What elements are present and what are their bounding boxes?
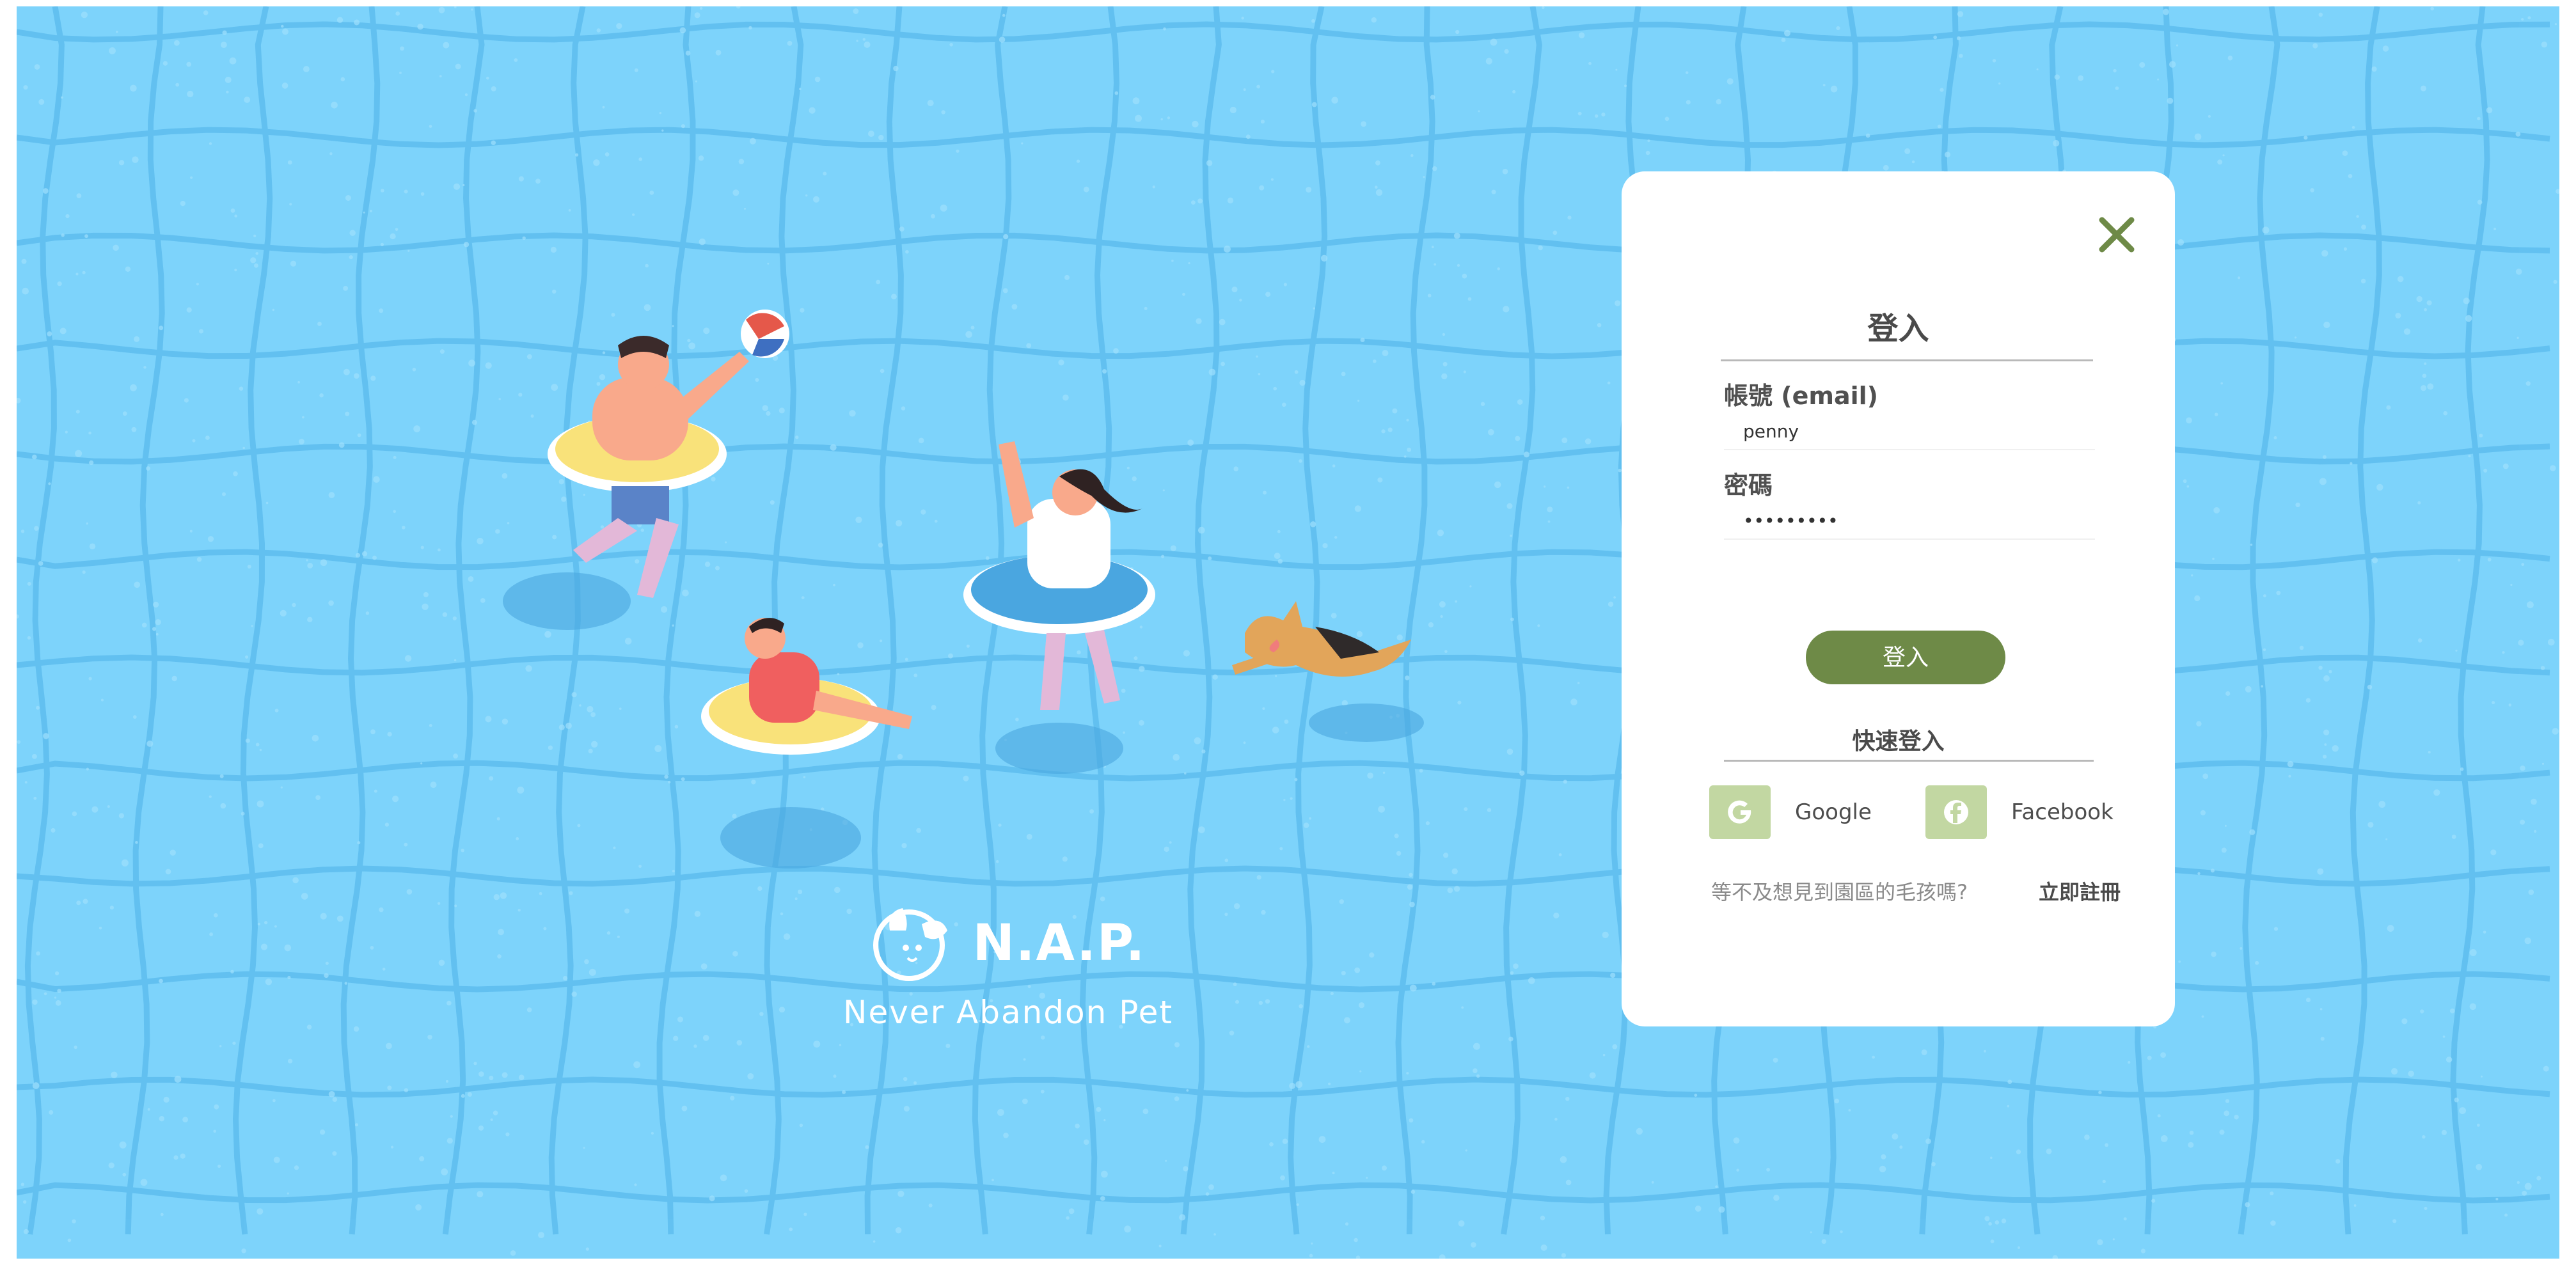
account-input[interactable] — [1724, 413, 2095, 450]
login-title: 登入 — [1867, 311, 1929, 347]
google-icon-box — [1709, 785, 1771, 839]
close-icon — [2099, 217, 2135, 253]
google-icon — [1728, 800, 1751, 824]
close-button[interactable] — [2097, 215, 2137, 255]
facebook-icon-box — [1925, 785, 1987, 839]
login-card: 登入 帳號 (email) 密碼 登入 快速登入 Google Fa — [1622, 171, 2175, 1026]
brand-tagline: Never Abandon Pet — [843, 994, 1173, 1031]
pool-illustration — [17, 6, 2559, 1259]
login-submit-button[interactable]: 登入 — [1806, 631, 2005, 684]
signup-prompt: 等不及想見到園區的毛孩嗎? — [1711, 880, 1968, 904]
signup-link[interactable]: 立即註冊 — [2039, 876, 2121, 906]
swimmer-in-float — [701, 618, 912, 868]
title-divider — [1721, 359, 2093, 361]
password-input[interactable] — [1724, 503, 2095, 540]
brand-block: N.A.P. Never Abandon Pet — [829, 902, 1187, 1031]
brand-name: N.A.P. — [972, 915, 1146, 972]
quick-login-title: 快速登入 — [1852, 728, 1945, 755]
swimmer-with-ball — [503, 310, 789, 630]
account-label: 帳號 (email) — [1724, 382, 1879, 410]
brand-row: N.A.P. — [829, 902, 1187, 985]
password-label: 密碼 — [1724, 471, 1773, 499]
pool-background: N.A.P. Never Abandon Pet 登入 帳號 (email) 密… — [17, 6, 2559, 1259]
google-login-button[interactable]: Google — [1709, 785, 1901, 839]
google-login-label: Google — [1795, 799, 1872, 825]
swimmer-with-ring — [963, 441, 1155, 774]
facebook-login-label: Facebook — [2011, 799, 2114, 825]
signup-row: 等不及想見到園區的毛孩嗎? 立即註冊 — [1711, 876, 2121, 906]
facebook-login-button[interactable]: Facebook — [1925, 785, 2117, 839]
facebook-icon — [1944, 800, 1968, 824]
quick-login-divider — [1724, 760, 2094, 762]
dog-face-logo-icon — [873, 908, 947, 981]
